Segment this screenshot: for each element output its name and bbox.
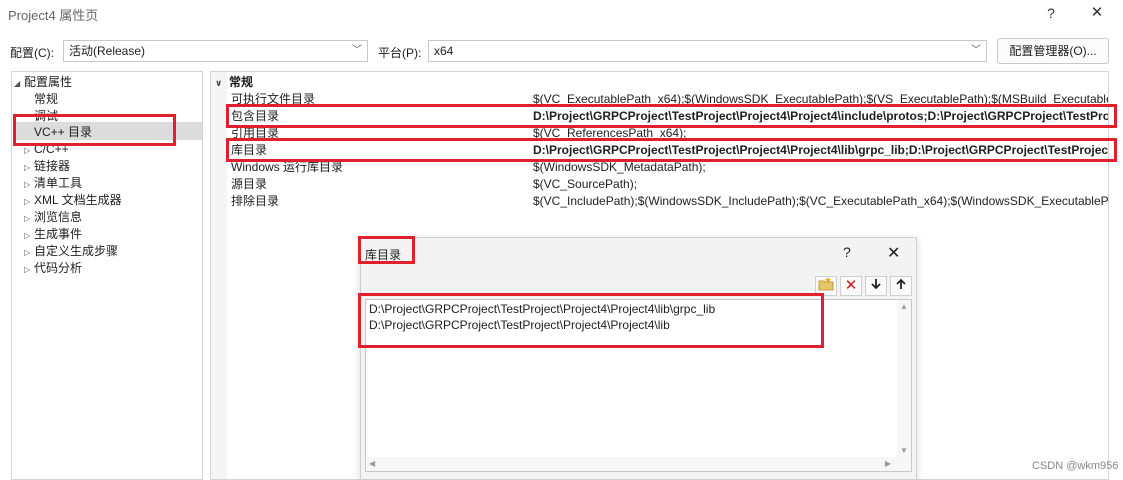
expand-icon: ▷ — [24, 231, 31, 240]
tree-item-config-properties[interactable]: ◢ 配置属性 — [14, 74, 72, 91]
expand-icon: ▷ — [24, 163, 31, 172]
highlight-dialog-title — [358, 236, 415, 264]
tree-item-xml-doc[interactable]: ▷ XML 文档生成器 — [24, 192, 122, 209]
library-dirs-dialog: 库目录 ? ✕ ✕ D:\Project\GRPCProject\TestPro… — [360, 237, 917, 480]
tree-item-browse-info[interactable]: ▷ 浏览信息 — [24, 209, 82, 226]
tree-item-general[interactable]: 常规 — [34, 91, 58, 108]
watermark: CSDN @wkm956 — [1032, 460, 1119, 472]
property-row-source-dirs[interactable]: 源目录 $(VC_SourcePath); — [211, 176, 1108, 193]
vertical-scrollbar[interactable]: ▲ ▼ — [897, 300, 911, 457]
title-bar: Project4 属性页 ? ✕ — [0, 0, 1123, 26]
tree-item-code-analysis[interactable]: ▷ 代码分析 — [24, 260, 82, 277]
tree-item-linker[interactable]: ▷ 链接器 — [24, 158, 70, 175]
tree-item-manifest-tool[interactable]: ▷ 清单工具 — [24, 175, 82, 192]
expand-icon: ▷ — [24, 214, 31, 223]
dialog-help-button[interactable]: ? — [843, 244, 851, 260]
expand-icon[interactable]: ◢ — [14, 75, 24, 92]
highlight-vc-directories — [13, 114, 176, 146]
platform-value: x64 — [434, 44, 454, 58]
config-value: 活动(Release) — [69, 44, 146, 58]
expand-icon: ▷ — [24, 265, 31, 274]
arrow-up-icon[interactable] — [890, 276, 912, 296]
highlight-include-dirs — [226, 104, 1117, 128]
config-manager-button[interactable]: 配置管理器(O)... — [997, 38, 1109, 64]
highlight-directory-list — [358, 293, 824, 348]
scroll-right-icon[interactable]: ▶ — [885, 459, 891, 468]
dialog-close-button[interactable]: ✕ — [887, 243, 900, 263]
delete-icon[interactable]: ✕ — [840, 276, 862, 296]
config-label: 配置(C): — [10, 46, 54, 60]
chevron-down-icon: ﹀ — [352, 45, 362, 56]
scroll-left-icon[interactable]: ◀ — [369, 459, 375, 468]
config-combo[interactable]: 活动(Release) ﹀ — [63, 40, 368, 62]
close-button[interactable]: ✕ — [1083, 3, 1111, 23]
arrow-down-icon[interactable] — [865, 276, 887, 296]
platform-combo[interactable]: x64 ﹀ — [428, 40, 987, 62]
highlight-library-dirs — [226, 138, 1117, 162]
scroll-down-icon[interactable]: ▼ — [900, 446, 908, 455]
expand-icon: ▷ — [24, 248, 31, 257]
platform-label: 平台(P): — [378, 46, 422, 60]
collapse-icon[interactable]: ∨ — [215, 75, 229, 92]
expand-icon: ▷ — [24, 197, 31, 206]
horizontal-scrollbar[interactable]: ◀ ▶ — [366, 457, 911, 471]
help-button[interactable]: ? — [1037, 3, 1065, 23]
scroll-up-icon[interactable]: ▲ — [900, 302, 908, 311]
window-title: Project4 属性页 — [8, 8, 99, 23]
property-row-exclude-dirs[interactable]: 排除目录 $(VC_IncludePath);$(WindowsSDK_Incl… — [211, 193, 1108, 210]
tree-item-custom-build[interactable]: ▷ 自定义生成步骤 — [24, 243, 118, 260]
chevron-down-icon: ﹀ — [971, 45, 981, 56]
category-general[interactable]: ∨ 常规 — [215, 74, 253, 91]
tree-item-build-events[interactable]: ▷ 生成事件 — [24, 226, 82, 243]
expand-icon: ▷ — [24, 180, 31, 189]
